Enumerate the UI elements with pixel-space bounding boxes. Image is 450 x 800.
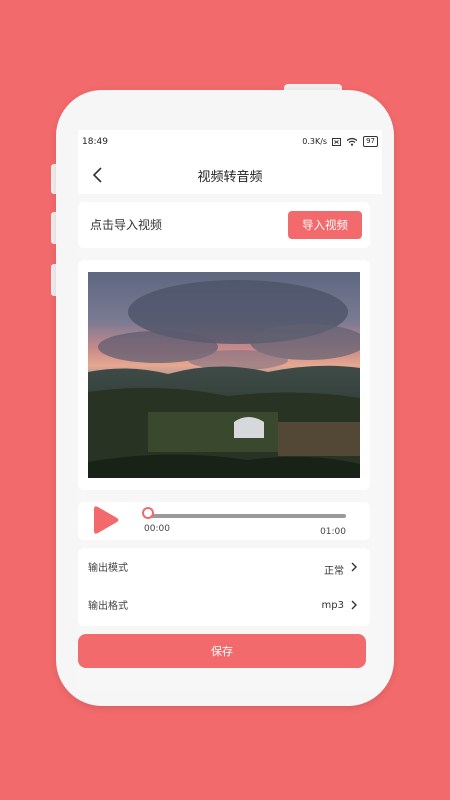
video-card xyxy=(78,260,370,490)
output-mode-row[interactable]: 输出模式 正常 xyxy=(78,548,370,586)
output-format-value: mp3 xyxy=(321,600,344,611)
network-speed: 0.3K/s xyxy=(302,137,328,146)
import-label: 点击导入视频 xyxy=(90,218,163,232)
status-icons: 0.3K/s 97 xyxy=(302,136,378,147)
total-time: 01:00 xyxy=(320,527,346,537)
app-screen: 18:49 0.3K/s 97 视频转音频 点击导入视频 导入视频 00:00 … xyxy=(78,130,382,690)
player-card: 00:00 01:00 xyxy=(78,502,370,540)
settings-card: 输出模式 正常 输出格式 mp3 xyxy=(78,548,370,626)
nav-bar: 视频转音频 xyxy=(78,156,382,194)
progress-knob[interactable] xyxy=(142,507,154,519)
import-video-button[interactable]: 导入视频 xyxy=(288,211,362,239)
battery-icon: 97 xyxy=(363,136,378,147)
chevron-right-icon xyxy=(351,562,357,572)
video-frame xyxy=(88,272,360,478)
status-time: 18:49 xyxy=(82,137,108,147)
sim-icon xyxy=(332,137,342,146)
import-card: 点击导入视频 导入视频 xyxy=(78,202,370,248)
video-preview[interactable] xyxy=(88,272,360,478)
output-mode-label: 输出模式 xyxy=(88,563,128,574)
output-mode-value: 正常 xyxy=(324,566,344,577)
progress-track[interactable] xyxy=(150,514,346,518)
current-time: 00:00 xyxy=(144,524,170,534)
status-bar: 18:49 0.3K/s 97 xyxy=(78,130,382,156)
page-title: 视频转音频 xyxy=(197,170,263,185)
output-format-row[interactable]: 输出格式 mp3 xyxy=(78,586,370,624)
save-button[interactable]: 保存 xyxy=(78,634,366,668)
wifi-icon xyxy=(346,137,358,146)
play-icon[interactable] xyxy=(90,505,120,535)
chevron-right-icon xyxy=(351,600,357,610)
output-format-label: 输出格式 xyxy=(88,601,128,612)
